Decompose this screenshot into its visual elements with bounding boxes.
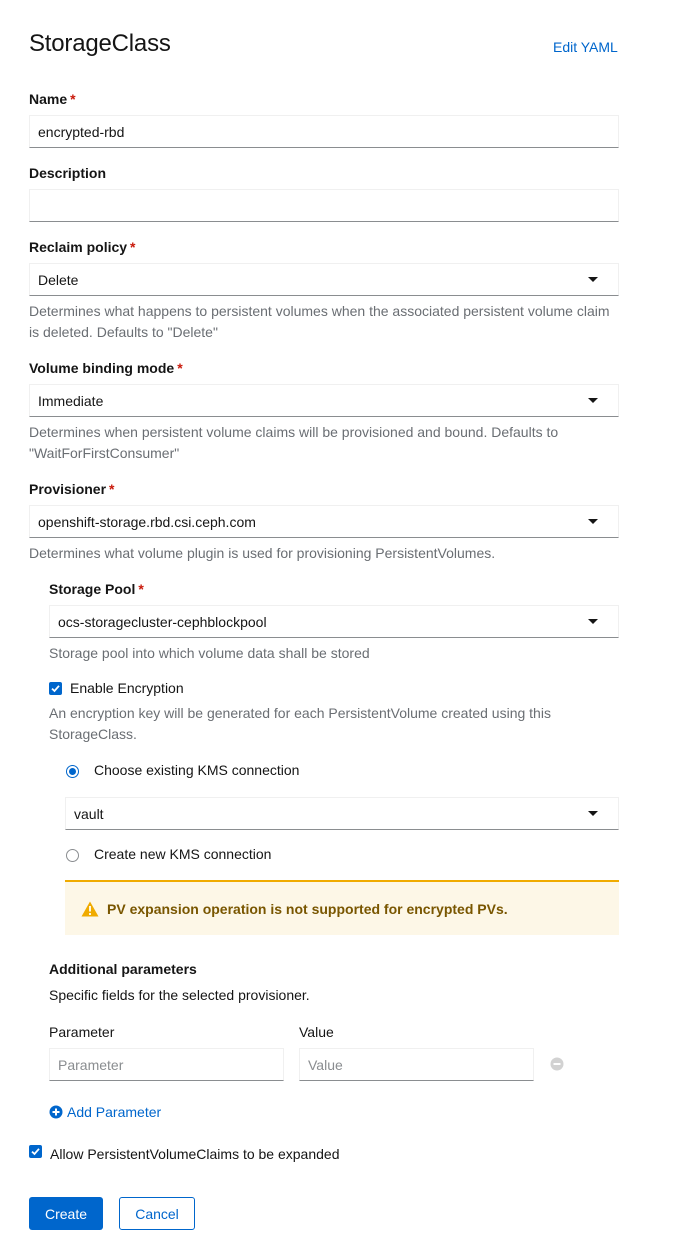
parameter-input-placeholder: Parameter (58, 1056, 124, 1073)
reclaim-policy-label: Reclaim policy * (29, 239, 136, 255)
edit-yaml-link[interactable]: Edit YAML (553, 39, 618, 55)
required-marker: * (138, 581, 144, 597)
provisioner-select[interactable]: openshift-storage.rbd.csi.ceph.com (29, 505, 619, 538)
allow-expansion-checkbox[interactable] (29, 1145, 42, 1158)
add-parameter-link[interactable]: Add Parameter (49, 1104, 161, 1120)
cancel-button[interactable]: Cancel (119, 1197, 195, 1230)
volume-binding-mode-help: Determines when persistent volume claims… (29, 424, 559, 461)
additional-parameters-subtitle: Specific fields for the selected provisi… (49, 987, 310, 1003)
required-marker: * (177, 360, 183, 376)
caret-down-icon (588, 398, 598, 403)
enable-encryption-label[interactable]: Enable Encryption (70, 680, 184, 696)
kms-existing-label[interactable]: Choose existing KMS connection (94, 762, 299, 778)
kms-new-radio[interactable] (66, 849, 79, 862)
required-marker: * (109, 481, 115, 497)
reclaim-policy-help: Determines what happens to persistent vo… (29, 303, 610, 340)
storage-pool-label: Storage Pool * (49, 581, 144, 597)
reclaim-policy-select[interactable]: Delete (29, 263, 619, 296)
warning-triangle-icon (81, 901, 99, 916)
value-input[interactable]: Value (299, 1048, 534, 1081)
checkmark-icon (31, 1148, 40, 1156)
value-input-placeholder: Value (308, 1056, 343, 1073)
plus-circle-icon (49, 1105, 63, 1119)
kms-connection-value: vault (74, 805, 104, 822)
parameter-input[interactable]: Parameter (49, 1048, 284, 1081)
name-input-value: encrypted-rbd (38, 123, 125, 140)
provisioner-help: Determines what volume plugin is used fo… (29, 545, 496, 561)
value-column-header: Value (299, 1024, 334, 1040)
caret-down-icon (588, 619, 598, 624)
provisioner-value: openshift-storage.rbd.csi.ceph.com (38, 513, 256, 530)
create-button[interactable]: Create (29, 1197, 103, 1230)
storage-pool-select[interactable]: ocs-storagecluster-cephblockpool (49, 605, 619, 638)
name-label: Name * (29, 91, 76, 107)
storage-pool-help: Storage pool into which volume data shal… (49, 645, 370, 661)
caret-down-icon (588, 519, 598, 524)
checkmark-icon (51, 685, 60, 693)
name-input[interactable]: encrypted-rbd (29, 115, 619, 148)
storage-pool-value: ocs-storagecluster-cephblockpool (58, 613, 267, 630)
warning-alert: PV expansion operation is not supported … (65, 880, 619, 935)
parameter-column-header: Parameter (49, 1024, 115, 1040)
provisioner-label: Provisioner * (29, 481, 115, 497)
description-input[interactable] (29, 189, 619, 222)
required-marker: * (130, 239, 136, 255)
encryption-help: An encryption key will be generated for … (49, 705, 551, 742)
description-label: Description (29, 165, 107, 181)
add-parameter-label: Add Parameter (67, 1104, 162, 1120)
allow-expansion-label[interactable]: Allow PersistentVolumeClaims to be expan… (50, 1146, 340, 1162)
reclaim-policy-value: Delete (38, 271, 79, 288)
remove-parameter-icon[interactable] (550, 1057, 564, 1071)
volume-binding-mode-select[interactable]: Immediate (29, 384, 619, 417)
volume-binding-mode-label: Volume binding mode * (29, 360, 183, 376)
kms-new-label[interactable]: Create new KMS connection (94, 846, 271, 862)
additional-parameters-title: Additional parameters (49, 961, 197, 977)
required-marker: * (70, 91, 76, 107)
caret-down-icon (588, 811, 598, 816)
page-title: StorageClass (29, 30, 171, 57)
warning-alert-text: PV expansion operation is not supported … (107, 900, 508, 917)
kms-connection-select[interactable]: vault (65, 797, 619, 830)
volume-binding-mode-value: Immediate (38, 392, 104, 409)
caret-down-icon (588, 277, 598, 282)
kms-existing-radio[interactable] (66, 765, 79, 778)
enable-encryption-checkbox[interactable] (49, 682, 62, 695)
